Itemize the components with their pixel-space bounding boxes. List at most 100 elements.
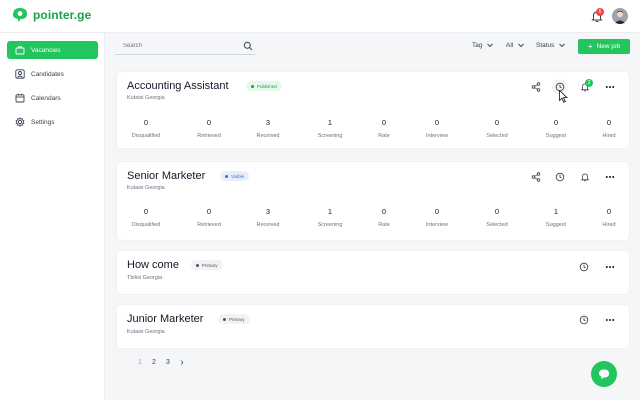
stat-label: Rate [378, 222, 390, 228]
users-icon [15, 69, 25, 79]
job-card[interactable]: Junior Marketer Primary Kutaisi Georgia [117, 305, 629, 348]
stat-hired[interactable]: 0 Hired [584, 207, 634, 228]
stat-suggest[interactable]: 1 Suggest [531, 207, 581, 228]
plus-icon: + [587, 42, 593, 51]
clock-icon [555, 172, 565, 182]
stat-suggest[interactable]: 0 Suggest [531, 118, 581, 139]
job-card[interactable]: Accounting Assistant Published Kutaisi G… [117, 72, 629, 148]
more-options-button[interactable] [604, 171, 616, 183]
stat-selected[interactable]: 0 Selected [472, 207, 522, 228]
bell-icon [580, 173, 590, 182]
share-button[interactable] [530, 171, 542, 183]
status-filter[interactable]: Status [536, 41, 566, 49]
job-title[interactable]: Senior Marketer [127, 170, 205, 182]
chat-button[interactable] [591, 361, 617, 387]
job-location: Kutaisi Georgia [127, 185, 165, 191]
stat-value: 0 [606, 207, 612, 216]
brand-name: pointer.ge [33, 8, 92, 22]
more-options-button[interactable] [604, 261, 616, 273]
filter-label: All [506, 41, 514, 49]
logo-icon [13, 8, 27, 22]
job-title[interactable]: Junior Marketer [127, 313, 203, 325]
status-badge-label: Visible [231, 173, 245, 179]
stat-value: 0 [206, 207, 212, 216]
all-filter[interactable]: All [506, 41, 525, 49]
job-title[interactable]: How come [127, 259, 179, 271]
filter-label: Status [536, 41, 555, 49]
stat-value: 0 [434, 118, 440, 127]
tag-filter[interactable]: Tag [472, 41, 494, 49]
sidebar-item-label: Candidates [31, 70, 64, 78]
briefcase-icon [15, 46, 25, 55]
stat-label: Suggest [545, 222, 567, 228]
stat-label: Hired [602, 133, 616, 139]
stat-disqualified[interactable]: 0 Disqualified [121, 207, 171, 228]
stat-received[interactable]: 3 Received [243, 118, 293, 139]
history-button[interactable] [554, 171, 566, 183]
stat-interview[interactable]: 0 Interview [412, 118, 462, 139]
stat-value: 3 [265, 207, 271, 216]
job-title[interactable]: Accounting Assistant [127, 80, 229, 92]
share-icon [531, 82, 541, 92]
share-icon [531, 172, 541, 182]
more-options-button[interactable] [604, 81, 616, 93]
stat-value: 0 [381, 207, 387, 216]
stat-screening[interactable]: 1 Screening [305, 118, 355, 139]
status-badge: Primary [218, 314, 250, 324]
status-badge: Primary [191, 260, 223, 270]
stat-disqualified[interactable]: 0 Disqualified [121, 118, 171, 139]
job-card[interactable]: How come Primary Tbilisi Georgia [117, 251, 629, 294]
stat-value: 0 [143, 207, 149, 216]
stat-rate[interactable]: 0 Rate [359, 207, 409, 228]
dot-icon [251, 84, 254, 88]
page-2-link[interactable]: 2 [147, 359, 161, 366]
job-card[interactable]: Senior Marketer Visible Kutaisi Georgia … [117, 162, 629, 240]
status-badge-label: Published [257, 83, 277, 89]
search-icon[interactable] [243, 41, 253, 51]
search-input[interactable] [115, 37, 255, 55]
clock-icon [579, 262, 589, 272]
user-avatar[interactable] [612, 8, 628, 24]
stat-value: 0 [494, 207, 500, 216]
stat-label: Screening [317, 133, 343, 139]
stat-label: Disqualified [131, 222, 161, 228]
stat-value: 1 [327, 207, 333, 216]
logo[interactable]: pointer.ge [10, 6, 91, 24]
sidebar-item-settings[interactable]: Settings [7, 113, 98, 131]
stat-label: Selected [486, 222, 508, 228]
sidebar-item-calendars[interactable]: Calendars [7, 89, 98, 107]
next-page-link[interactable]: › [175, 357, 189, 368]
sidebar-item-vacancies[interactable]: Vacancies [7, 41, 98, 59]
stat-retrieved[interactable]: 0 Retrieved [184, 207, 234, 228]
sidebar: Vacancies Candidates Calendars Settings [0, 33, 105, 400]
new-job-label: New job [596, 43, 621, 50]
stat-hired[interactable]: 0 Hired [584, 118, 634, 139]
notifications-button[interactable] [579, 171, 591, 183]
status-badge: Published [246, 81, 282, 91]
stat-rate[interactable]: 0 Rate [359, 118, 409, 139]
filter-label: Tag [472, 41, 483, 49]
sidebar-item-label: Vacancies [31, 46, 61, 54]
page-3-link[interactable]: 3 [161, 359, 175, 366]
more-options-button[interactable] [604, 314, 616, 326]
stat-label: Received [256, 222, 280, 228]
stat-screening[interactable]: 1 Screening [305, 207, 355, 228]
stat-interview[interactable]: 0 Interview [412, 207, 462, 228]
more-horizontal-icon [605, 86, 615, 88]
sidebar-item-candidates[interactable]: Candidates [7, 65, 98, 83]
page-1-link[interactable]: 1 [133, 359, 147, 366]
stat-retrieved[interactable]: 0 Retrieved [184, 118, 234, 139]
new-job-button[interactable]: + New job [578, 39, 630, 54]
stat-selected[interactable]: 0 Selected [472, 118, 522, 139]
more-horizontal-icon [605, 176, 615, 178]
calendar-icon [15, 93, 25, 103]
history-button[interactable] [578, 261, 590, 273]
stat-value: 0 [553, 118, 559, 127]
share-button[interactable] [530, 81, 542, 93]
stat-label: Screening [317, 222, 343, 228]
stat-label: Selected [486, 133, 508, 139]
history-button[interactable] [578, 314, 590, 326]
stat-label: Rate [378, 133, 390, 139]
stat-received[interactable]: 3 Received [243, 207, 293, 228]
sidebar-item-label: Settings [31, 118, 55, 126]
